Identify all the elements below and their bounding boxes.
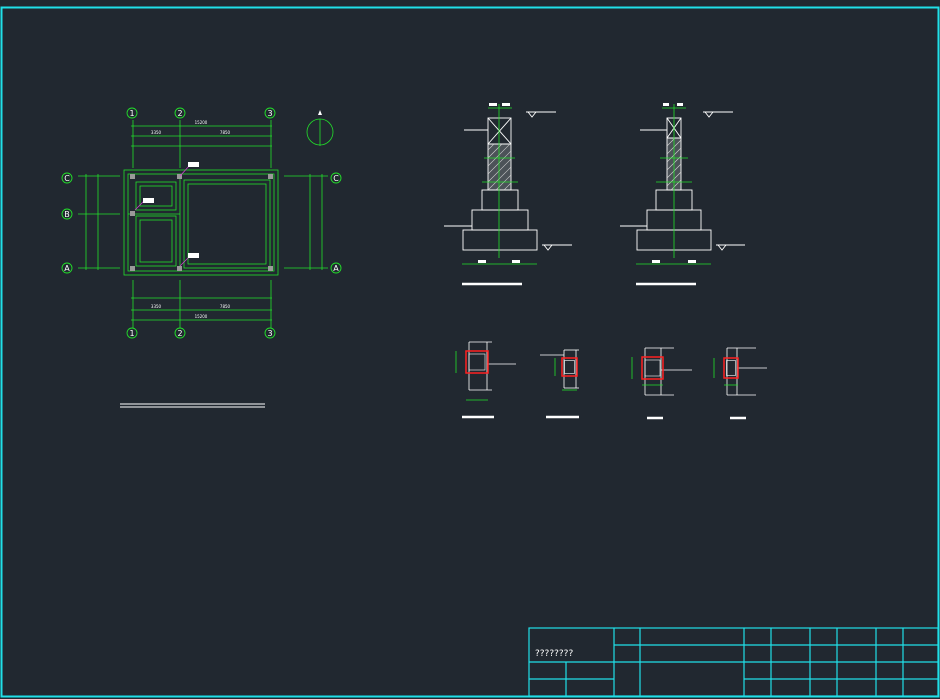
foundation-plan: [78, 120, 328, 328]
grid-label-top-1: 1: [129, 109, 134, 118]
grid-bubbles-right: C A: [330, 172, 342, 274]
grid-bubbles-left: C B A: [61, 172, 73, 274]
grid-label-left-c: C: [64, 174, 70, 183]
grid-label-top-3: 3: [267, 109, 272, 118]
dim-top-span1: 3350: [151, 130, 162, 135]
plan-dimension-text: 15200 3350 7850 3350 7850 15200: [151, 120, 231, 319]
grid-label-bottom-2: 2: [177, 329, 182, 338]
plan-columns: [130, 174, 273, 271]
title-block: [528, 627, 939, 697]
plan-title-underline: [120, 403, 265, 408]
footing-section-2: [620, 103, 745, 286]
column-detail-2: [540, 349, 579, 419]
title-block-project-name: ????????: [535, 649, 573, 659]
column-detail-3: [631, 347, 692, 420]
grid-label-left-b: B: [64, 210, 70, 219]
grid-label-bottom-1: 1: [129, 329, 134, 338]
column-detail-4: [713, 347, 767, 420]
grid-label-top-2: 2: [177, 109, 182, 118]
grid-label-right-c: C: [333, 174, 339, 183]
grid-bubbles-bottom: 1 2 3: [126, 327, 276, 339]
dim-top-span2: 7850: [220, 130, 231, 135]
cad-drawing-canvas: 1 2 3 1 2 3 C B A C A 15200 3350 7850 33…: [0, 6, 940, 698]
dim-bottom-span2: 7850: [220, 304, 231, 309]
drawing-frame: [0, 6, 940, 698]
grid-label-bottom-3: 3: [267, 329, 272, 338]
footing-section-1: [444, 103, 572, 286]
column-detail-1: [455, 341, 516, 419]
dim-bottom-total: 15200: [195, 314, 208, 319]
grid-label-right-a: A: [333, 264, 339, 273]
north-arrow-icon: [306, 110, 334, 146]
grid-bubbles-top: 1 2 3: [126, 107, 276, 119]
dim-top-total: 15200: [195, 120, 208, 125]
dim-bottom-span1: 3350: [151, 304, 162, 309]
grid-label-left-a: A: [64, 264, 70, 273]
